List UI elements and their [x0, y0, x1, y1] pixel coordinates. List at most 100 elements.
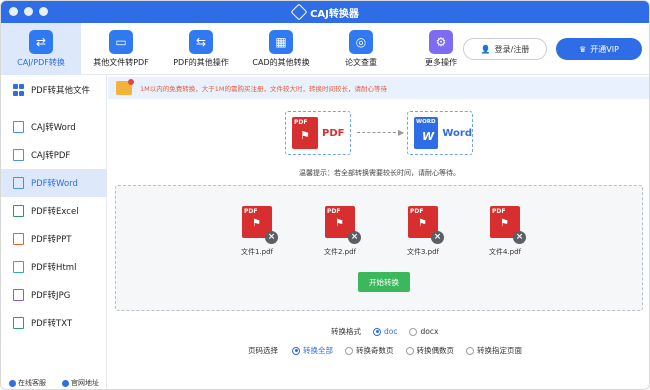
- online-service-link[interactable]: 在线客服: [9, 378, 46, 388]
- page-option-all[interactable]: 转换全部: [292, 345, 333, 356]
- gear-icon: ⚙: [429, 30, 453, 54]
- tool-label: CAJ/PDF转换: [17, 58, 65, 67]
- minimize-window-button[interactable]: [24, 7, 33, 16]
- format-option-doc[interactable]: doc: [373, 327, 397, 336]
- html-file-icon: [13, 261, 24, 273]
- file-name: 文件2.pdf: [323, 248, 357, 256]
- login-button[interactable]: 👤 登录/注册: [463, 38, 547, 60]
- ppt-file-icon: [13, 233, 24, 245]
- file-drop-area[interactable]: PDF ⚑ × 文件1.pdf PDF ⚑ × 文件2.pdf PDF ⚑ × …: [115, 185, 643, 311]
- pdf-badge: PDF: [294, 119, 308, 126]
- pages-label: 页码选择: [248, 346, 278, 355]
- sidebar-item-label: PDF转PPT: [31, 235, 72, 245]
- radio-icon: [345, 346, 353, 355]
- file-item[interactable]: PDF ⚑ × 文件3.pdf: [393, 206, 453, 257]
- globe-icon: [62, 379, 69, 387]
- arrow-line: [357, 132, 401, 133]
- sidebar-item-label: PDF转JPG: [31, 291, 71, 301]
- image-file-icon: [13, 289, 24, 301]
- tip-text: 温馨提示：若全部转换需要较长时间，请耐心等待。: [299, 169, 460, 177]
- file-name: 文件4.pdf: [488, 248, 522, 256]
- acrobat-icon: ⚑: [418, 218, 427, 229]
- file-icon: [13, 177, 24, 189]
- radio-icon: [405, 346, 414, 355]
- file-icon: [13, 121, 24, 133]
- file-icon: [13, 149, 24, 161]
- window-controls: [9, 7, 48, 16]
- remove-file-button[interactable]: ×: [265, 231, 278, 244]
- file-name: 文件1.pdf: [240, 248, 274, 256]
- format-option-docx[interactable]: docx: [409, 327, 438, 336]
- target-format-box: WORD Word: [407, 111, 473, 155]
- grid-icon: [13, 84, 24, 96]
- tool-label: CAD的其他转换: [252, 58, 310, 67]
- format-label: 转换格式: [331, 327, 361, 336]
- file-item[interactable]: PDF ⚑ × 文件1.pdf: [227, 206, 287, 257]
- sidebar: PDF转其他文件 CAJ转Word CAJ转PDF PDF转Word PDF转E…: [1, 75, 107, 389]
- excel-file-icon: [13, 205, 24, 217]
- sidebar-item-label: CAJ转PDF: [31, 151, 71, 161]
- word-badge: WORD: [416, 119, 436, 125]
- sidebar-item-caj-to-word[interactable]: CAJ转Word: [1, 113, 106, 141]
- notice-bar: 1M以内的免费转换，大于1M的需购买注册，文件较大时，转换时间较长，请耐心等待: [108, 77, 649, 99]
- remove-file-button[interactable]: ×: [431, 231, 444, 244]
- sidebar-item-pdf-to-word[interactable]: PDF转Word: [1, 169, 106, 197]
- close-window-button[interactable]: [9, 7, 18, 16]
- pdf-file-icon: PDF: [292, 117, 318, 149]
- txt-file-icon: [13, 317, 24, 329]
- radio-icon: [409, 327, 418, 336]
- remove-file-button[interactable]: ×: [513, 231, 526, 244]
- start-convert-button[interactable]: 开始转换: [358, 272, 410, 292]
- tool-label: 其他文件转PDF: [93, 58, 149, 67]
- page-option-specific[interactable]: 转换指定页面: [466, 345, 522, 356]
- arrow-right-icon: ▶: [398, 128, 405, 137]
- sidebar-item-label: PDF转Excel: [31, 207, 79, 217]
- page-option-label: 转换奇数页: [356, 346, 394, 355]
- sidebar-item-pdf-to-jpg[interactable]: PDF转JPG: [1, 281, 106, 309]
- format-option-label: doc: [384, 327, 398, 336]
- sidebar-item-caj-to-pdf[interactable]: CAJ转PDF: [1, 141, 106, 169]
- headset-icon: [9, 379, 16, 387]
- pdf-file-icon: PDF ⚑ ×: [408, 206, 444, 244]
- sidebar-item-label: PDF转Word: [31, 179, 78, 189]
- toolbar: ⇄ CAJ/PDF转换 ▭ 其他文件转PDF ⇆ PDF的其他操作 ▦ CAD的…: [1, 23, 649, 75]
- sidebar-item-pdf-to-txt[interactable]: PDF转TXT: [1, 309, 106, 337]
- search-doc-icon: ◎: [349, 30, 373, 54]
- pdf-badge: PDF: [244, 208, 258, 215]
- acrobat-icon: ⚑: [335, 218, 344, 229]
- format-options: 转换格式 doc docx: [331, 326, 444, 337]
- tool-label: 更多操作: [425, 58, 457, 67]
- sidebar-item-pdf-to-html[interactable]: PDF转Html: [1, 253, 106, 281]
- tool-cad-convert[interactable]: ▦ CAD的其他转换: [241, 23, 321, 75]
- zoom-window-button[interactable]: [39, 7, 48, 16]
- tool-paper-check[interactable]: ◎ 论文查重: [321, 23, 401, 75]
- page-option-label: 转换指定页面: [477, 346, 522, 355]
- pdf-badge: PDF: [492, 208, 506, 215]
- crown-icon: ♛: [579, 44, 587, 54]
- file-item[interactable]: PDF ⚑ × 文件2.pdf: [310, 206, 370, 257]
- remove-file-button[interactable]: ×: [348, 231, 361, 244]
- tool-other-to-pdf[interactable]: ▭ 其他文件转PDF: [81, 23, 161, 75]
- file-item[interactable]: PDF ⚑ × 文件4.pdf: [475, 206, 535, 257]
- page-option-odd[interactable]: 转换奇数页: [345, 345, 394, 356]
- radio-icon: [466, 346, 474, 355]
- app-title: CAJ转换器: [290, 3, 359, 21]
- cad-icon: ▦: [269, 30, 293, 54]
- sidebar-item-label: PDF转TXT: [31, 319, 73, 329]
- sidebar-item-pdf-to-ppt[interactable]: PDF转PPT: [1, 225, 106, 253]
- app-logo-icon: [290, 3, 308, 21]
- tool-pdf-other-ops[interactable]: ⇆ PDF的其他操作: [161, 23, 241, 75]
- pdf-file-icon: PDF ⚑ ×: [490, 206, 526, 244]
- page-option-label: 转换全部: [303, 346, 333, 355]
- website-link[interactable]: 官网地址: [62, 378, 99, 388]
- notice-text: 1M以内的免费转换，大于1M的需购买注册，文件较大时，转换时间较长，请耐心等待: [140, 85, 387, 93]
- tool-caj-pdf-convert[interactable]: ⇄ CAJ/PDF转换: [1, 23, 81, 75]
- file-convert-icon: ⇄: [29, 30, 53, 54]
- vip-button[interactable]: ♛ 开通VIP: [556, 38, 642, 60]
- page-option-even[interactable]: 转换偶数页: [405, 345, 454, 356]
- sidebar-footer: 在线客服 官网地址: [1, 375, 107, 389]
- sidebar-item-pdf-to-other[interactable]: PDF转其他文件: [1, 75, 106, 105]
- acrobat-icon: ⚑: [500, 218, 509, 229]
- sidebar-item-pdf-to-excel[interactable]: PDF转Excel: [1, 197, 106, 225]
- radio-selected-icon: [373, 327, 381, 336]
